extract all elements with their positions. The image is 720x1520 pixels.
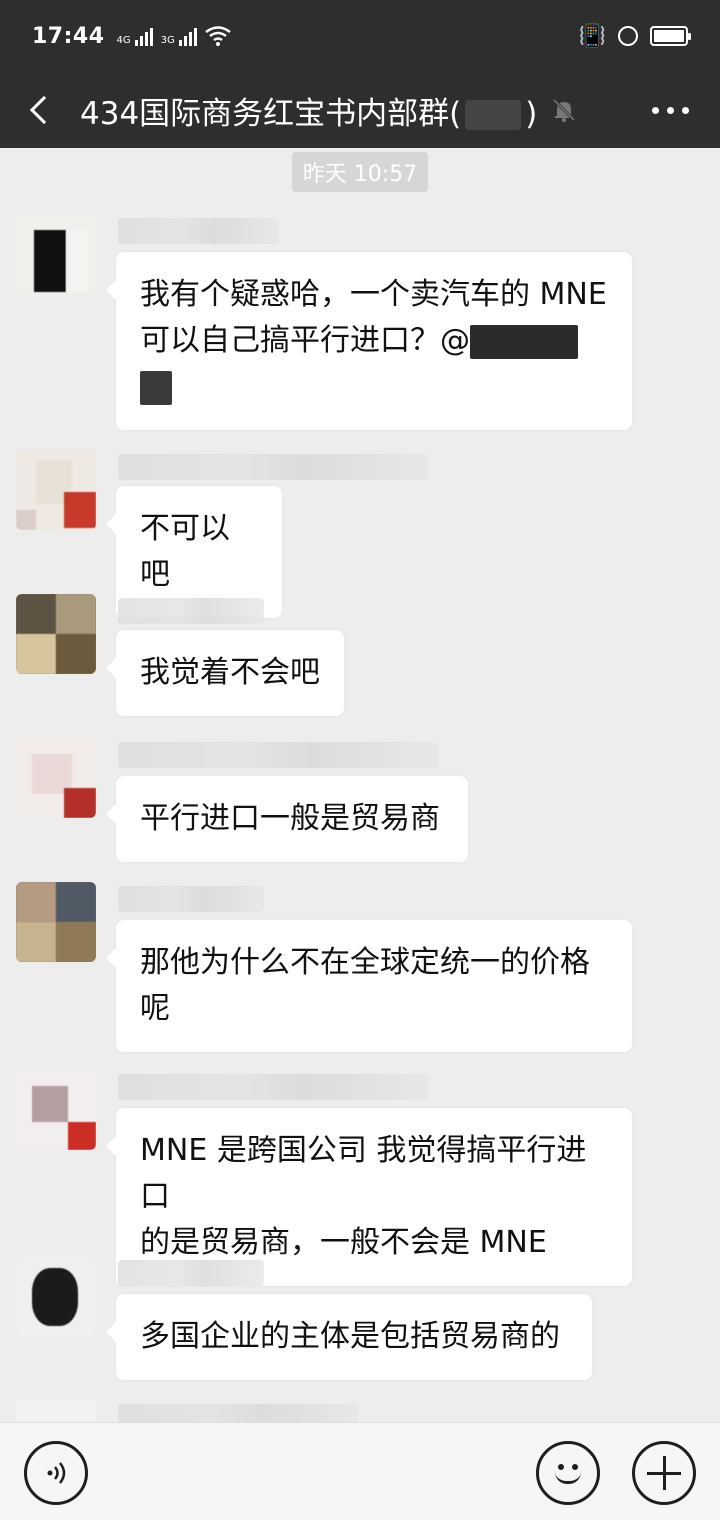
message-text: 呢 [140,991,170,1026]
avatar[interactable] [16,738,96,818]
message-text: 多国企业的主体是包括贸易商的 [140,1319,560,1354]
message-text: MNE 是跨国公司 我觉得搞平行进口 [140,1133,587,1214]
message-text: 我有个疑惑哈，一个卖汽车的 MNE [140,277,607,312]
network-type-label: 3G [160,35,175,46]
battery-icon [650,26,691,46]
message-text: 平行进口一般是贸易商 [140,801,440,836]
message-bubble[interactable]: 我有个疑惑哈，一个卖汽车的 MNE 可以自己搞平行进口？@ [106,252,632,430]
nickname-redacted [118,218,278,244]
redacted-mention [140,370,172,405]
status-bar: 17:44 4G 3G 📳 [0,0,720,72]
more-dots-icon[interactable] [620,106,720,114]
message-text: 我觉着不会吧 [140,655,320,690]
voice-icon[interactable] [24,1441,88,1505]
chat-header: 434国际商务红宝书内部群() [0,72,720,148]
nickname-redacted [118,454,428,480]
nickname-redacted [118,886,264,912]
chat-title: 434国际商务红宝书内部群() [80,88,537,133]
message-bubble[interactable]: 那他为什么不在全球定统一的价格 呢 [106,920,632,1052]
vibrate-icon: 📳 [578,23,606,49]
nickname-redacted [118,1260,264,1286]
message-input[interactable] [108,1445,516,1501]
network-type-label: 4G [116,35,131,46]
message-text-line: 可以自己搞平行进口？@ [140,323,470,358]
avatar[interactable] [16,214,96,294]
message-text: 那他为什么不在全球定统一的价格 [140,945,590,980]
network-indicators: 4G 3G [117,26,231,46]
avatar[interactable] [16,882,96,962]
message-bubble[interactable]: 我觉着不会吧 [106,630,344,716]
top-bar: 17:44 4G 3G 📳 434国际商务红宝书内部群() [0,0,720,148]
nickname-redacted [118,1404,358,1422]
wifi-icon [205,26,231,46]
message-timestamp: 昨天 10:57 [292,152,428,192]
back-arrow-icon[interactable] [0,72,80,148]
chat-area[interactable]: 昨天 10:57 我有个疑惑哈，一个卖汽车的 MNE 可以自己搞平行进口？@ 不… [0,148,720,1422]
signal-icon: 3G [161,28,197,46]
message-text: 不可以吧 [140,511,230,592]
redacted-count [465,100,522,130]
chat-title-text: 434国际商务红宝书内部群( [80,95,462,132]
avatar[interactable] [16,450,96,530]
avatar[interactable] [16,594,96,674]
input-bar [0,1422,720,1520]
nickname-redacted [118,598,264,624]
nickname-redacted [118,1074,428,1100]
message-text [140,364,608,410]
message-bubble[interactable]: 多国企业的主体是包括贸易商的 [106,1294,592,1380]
message-bubble[interactable]: 平行进口一般是贸易商 [106,776,468,862]
emoji-icon[interactable] [536,1441,600,1505]
status-right: 📳 [578,23,691,49]
signal-icon: 4G [117,28,153,46]
nickname-redacted [118,742,438,768]
message-text: 可以自己搞平行进口？@ [140,318,608,364]
avatar[interactable] [16,1400,96,1422]
chat-title-suffix: ) [525,95,538,132]
avatar[interactable] [16,1256,96,1336]
plus-icon[interactable] [632,1441,696,1505]
avatar[interactable] [16,1070,96,1150]
mute-bell-icon [551,97,577,123]
lock-rotation-icon [618,26,638,46]
redacted-mention [470,324,578,359]
status-time: 17:44 [32,23,105,49]
